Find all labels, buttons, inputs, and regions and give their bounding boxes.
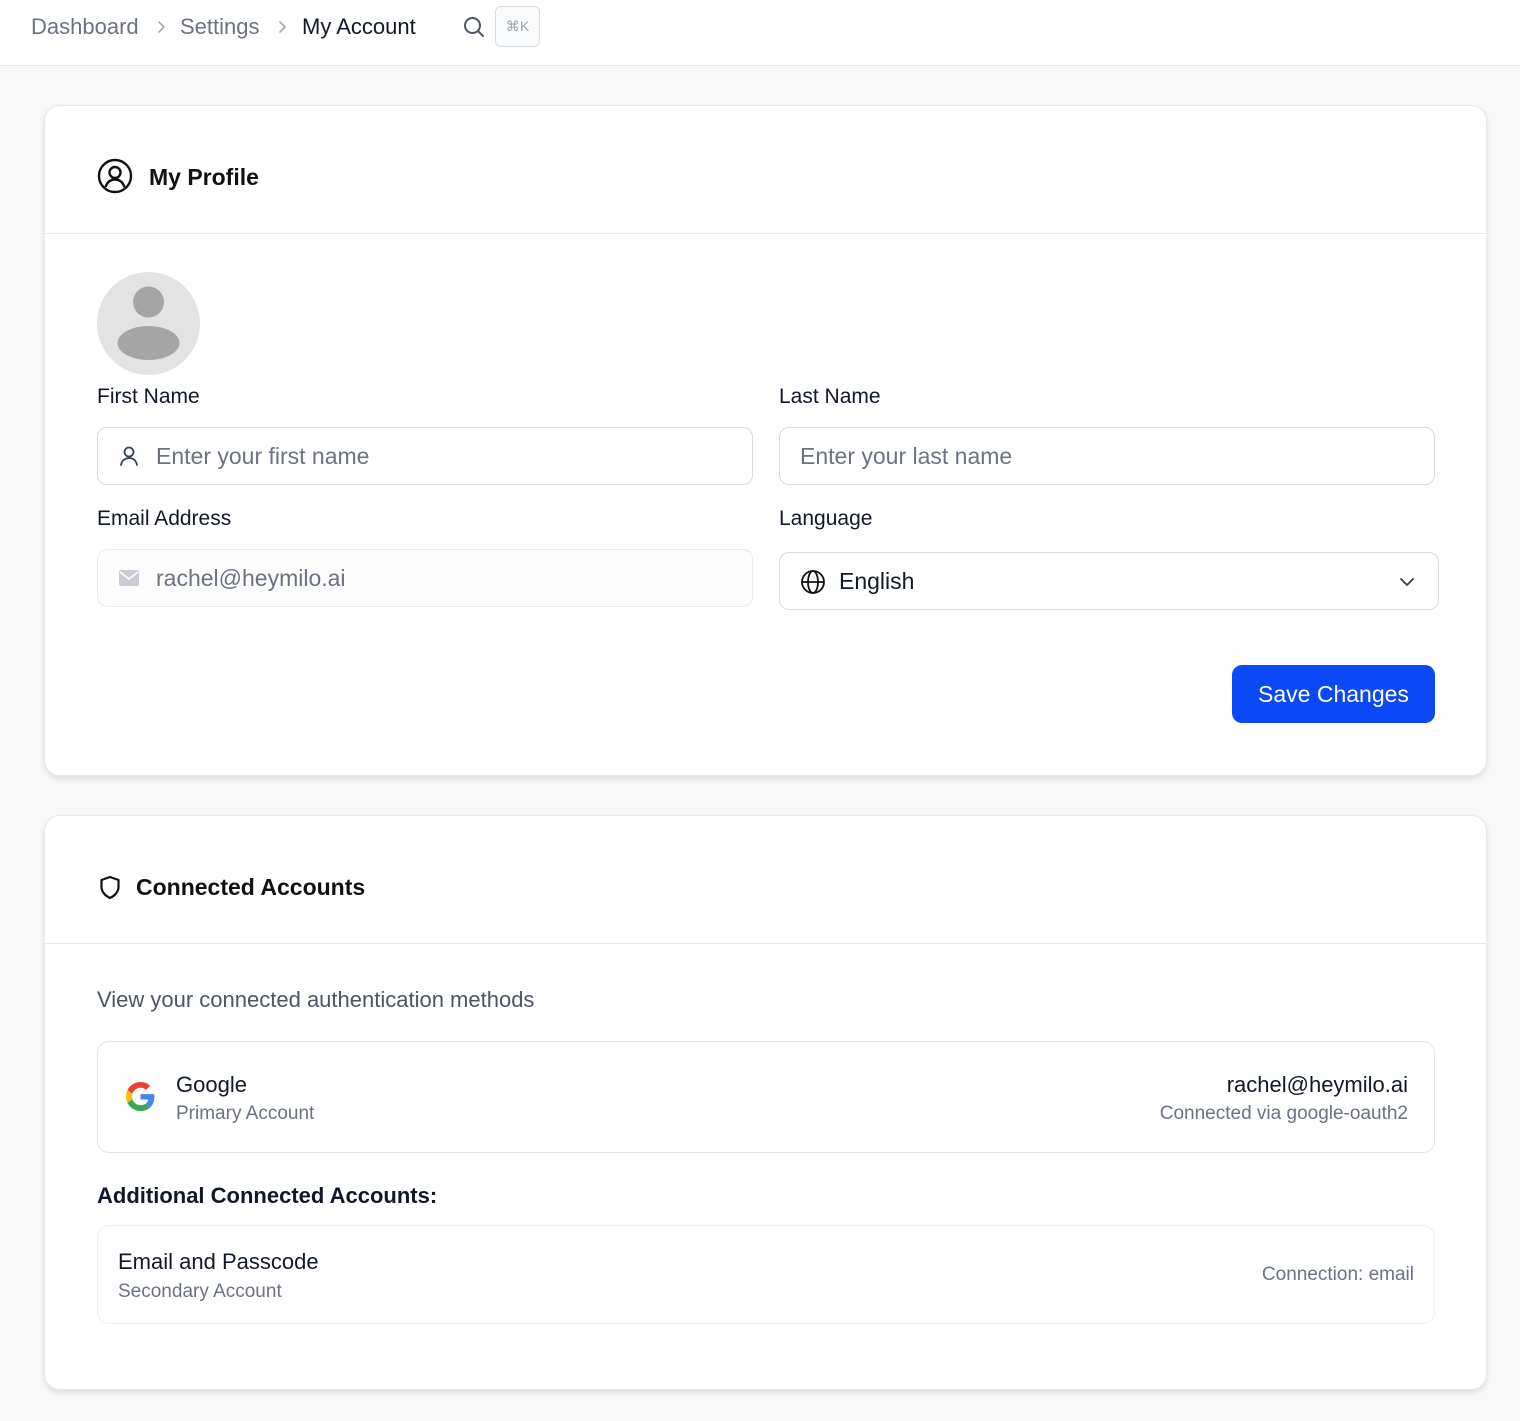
first-name-label: First Name — [97, 385, 200, 408]
user-icon — [120, 446, 138, 466]
shield-icon — [100, 875, 120, 900]
primary-account-email: rachel@heymilo.ai — [1226, 1072, 1408, 1097]
top-bar: Dashboard Settings My Account ⌘K — [0, 0, 1520, 66]
email-field — [97, 549, 753, 607]
search-icon[interactable] — [462, 15, 486, 39]
connected-accounts-header: Connected Accounts — [45, 816, 1486, 944]
additional-account-connection: Connection: email — [1261, 1264, 1414, 1285]
chevron-right-icon — [279, 21, 286, 33]
primary-account-provider: Google — [176, 1072, 247, 1097]
primary-account-connection: Connected via google-oauth2 — [1159, 1103, 1408, 1124]
language-select[interactable]: English — [779, 552, 1439, 610]
save-changes-button[interactable]: Save Changes — [1232, 665, 1435, 723]
connected-accounts-description: View your connected authentication metho… — [97, 987, 535, 1012]
google-icon — [126, 1082, 155, 1111]
additional-account-role: Secondary Account — [118, 1281, 282, 1302]
additional-account-name: Email and Passcode — [118, 1249, 319, 1274]
chevron-right-icon — [158, 21, 165, 33]
list-item: Email and Passcode Secondary Account Con… — [97, 1225, 1435, 1324]
language-label: Language — [779, 507, 873, 530]
breadcrumb-settings[interactable]: Settings — [180, 13, 260, 41]
mail-icon — [119, 570, 139, 586]
first-name-input[interactable] — [156, 428, 736, 484]
language-selected-value: English — [839, 568, 915, 594]
chevron-down-icon — [1400, 578, 1414, 586]
primary-account-role: Primary Account — [176, 1103, 315, 1124]
profile-card-title: My Profile — [149, 164, 259, 190]
profile-card-header: My Profile — [45, 106, 1486, 234]
additional-accounts-heading: Additional Connected Accounts: — [97, 1183, 438, 1208]
connected-accounts-title: Connected Accounts — [136, 874, 366, 900]
last-name-label: Last Name — [779, 385, 881, 408]
avatar[interactable] — [97, 272, 200, 375]
email-input — [156, 550, 736, 606]
breadcrumb-my-account: My Account — [302, 14, 416, 39]
breadcrumb-dashboard[interactable]: Dashboard — [31, 13, 139, 41]
last-name-field — [779, 427, 1435, 485]
globe-icon — [801, 570, 825, 594]
last-name-input[interactable] — [800, 428, 1415, 484]
avatar-placeholder-icon — [117, 286, 180, 360]
email-label: Email Address — [97, 507, 232, 530]
search-shortcut-badge[interactable]: ⌘K — [495, 6, 540, 47]
user-circle-icon — [97, 158, 133, 194]
first-name-field — [97, 427, 753, 485]
primary-account-card: Google Primary Account rachel@heymilo.ai… — [97, 1041, 1435, 1153]
